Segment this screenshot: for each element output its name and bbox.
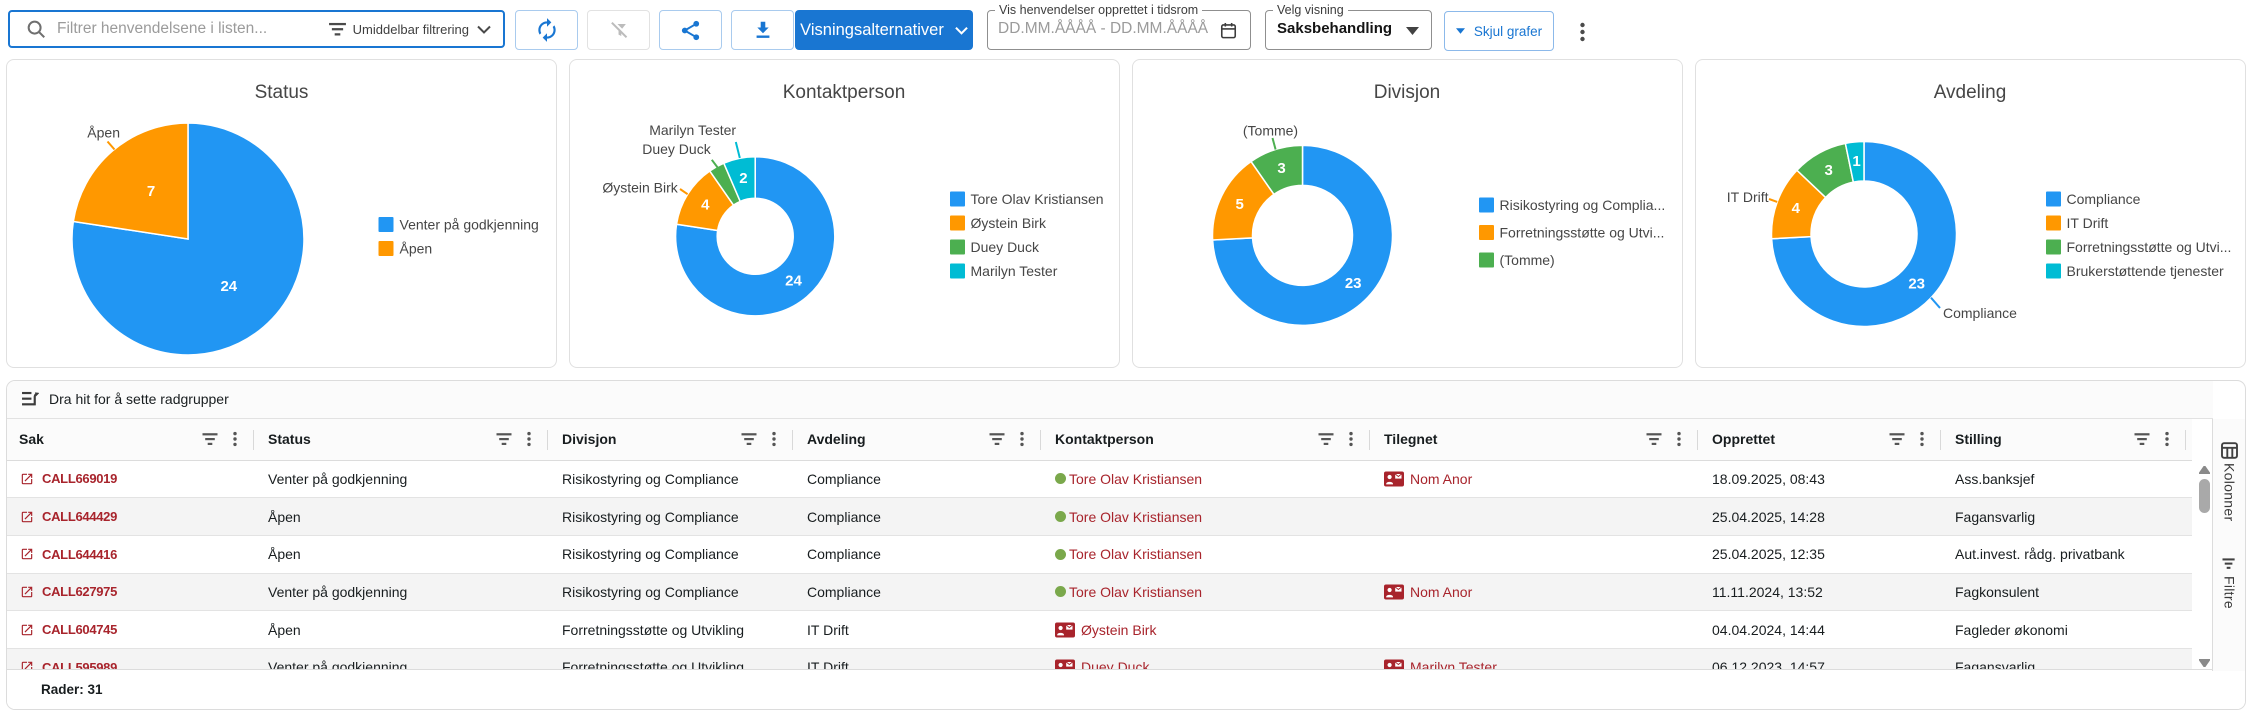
svg-text:(Tomme): (Tomme) bbox=[1242, 122, 1297, 138]
svg-text:IT Drift: IT Drift bbox=[1726, 188, 1768, 204]
svg-text:Compliance: Compliance bbox=[2066, 191, 2140, 207]
svg-text:Duey Duck: Duey Duck bbox=[970, 239, 1039, 255]
svg-text:24: 24 bbox=[785, 272, 802, 289]
svg-text:Forretningsstøtte og Utvi...: Forretningsstøtte og Utvi... bbox=[1499, 224, 1664, 240]
svg-text:24: 24 bbox=[220, 278, 237, 295]
svg-text:Marilyn Tester: Marilyn Tester bbox=[649, 121, 736, 137]
svg-text:Åpen: Åpen bbox=[400, 240, 433, 256]
svg-text:1: 1 bbox=[1852, 153, 1860, 170]
svg-text:IT Drift: IT Drift bbox=[2066, 215, 2108, 231]
svg-text:Marilyn Tester: Marilyn Tester bbox=[970, 263, 1057, 279]
svg-text:Tore Olav Kristiansen: Tore Olav Kristiansen bbox=[970, 191, 1103, 207]
svg-text:Brukerstøttende tjenester: Brukerstøttende tjenester bbox=[2066, 263, 2224, 279]
svg-text:23: 23 bbox=[1908, 275, 1925, 292]
svg-text:Compliance: Compliance bbox=[1943, 305, 2017, 321]
svg-text:Forretningsstøtte og Utvi...: Forretningsstøtte og Utvi... bbox=[2066, 239, 2231, 255]
svg-text:3: 3 bbox=[1277, 160, 1285, 177]
svg-text:Øystein Birk: Øystein Birk bbox=[602, 179, 678, 195]
svg-text:3: 3 bbox=[1824, 161, 1832, 178]
svg-text:7: 7 bbox=[147, 182, 155, 199]
svg-text:Risikostyring og Complia...: Risikostyring og Complia... bbox=[1499, 197, 1665, 213]
svg-text:Åpen: Åpen bbox=[87, 124, 120, 140]
svg-text:23: 23 bbox=[1344, 275, 1361, 292]
svg-text:(Tomme): (Tomme) bbox=[1499, 252, 1554, 268]
svg-text:2: 2 bbox=[739, 170, 747, 187]
svg-text:Venter på godkjenning: Venter på godkjenning bbox=[400, 216, 539, 232]
svg-text:Duey Duck: Duey Duck bbox=[642, 141, 711, 157]
svg-text:4: 4 bbox=[701, 196, 710, 213]
svg-text:5: 5 bbox=[1235, 196, 1243, 213]
svg-text:Øystein Birk: Øystein Birk bbox=[970, 215, 1046, 231]
svg-text:4: 4 bbox=[1791, 200, 1800, 217]
